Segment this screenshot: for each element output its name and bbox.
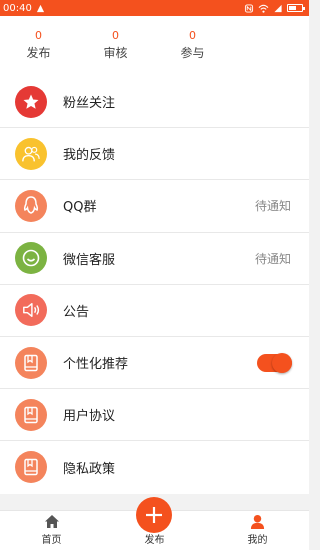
menu-item-wechat-service[interactable]: 微信客服 待通知 [0,233,309,285]
stat-label: 参与 [180,46,205,60]
menu-item-label: 我的反馈 [63,148,116,164]
book-icon [15,398,47,431]
book-icon [15,451,47,484]
status-bar: 00:40 [0,0,309,16]
menu-item-privacy-policy[interactable]: 隐私政策 [0,441,309,493]
home-icon [44,515,59,528]
menu-item-recommendation[interactable]: 个性化推荐 [0,337,309,390]
menu-item-label: QQ群 [63,200,97,216]
qq-icon [15,189,47,222]
stats-bar: 0 发布 0 审核 0 参与 [0,16,309,76]
tab-home[interactable]: 首页 [0,511,103,550]
tab-mine-label: 我的 [247,535,268,546]
recommendation-toggle[interactable] [257,352,292,373]
stat-participate[interactable]: 0 参与 [154,16,231,76]
stat-value: 0 [35,29,42,42]
stat-value: 0 [189,29,196,42]
stat-review[interactable]: 0 审核 [77,16,154,76]
menu-item-label: 微信客服 [63,252,116,268]
user-icon [250,514,265,529]
wechat-icon [15,242,47,275]
menu-item-user-agreement[interactable]: 用户协议 [0,389,309,442]
star-icon [15,85,47,118]
tab-mine[interactable]: 我的 [206,511,309,550]
tab-home-label: 首页 [41,535,62,546]
wifi-icon [258,4,269,13]
people-icon [15,137,47,170]
menu-item-announcement[interactable]: 公告 [0,285,309,337]
menu-item-label: 个性化推荐 [63,357,129,373]
speaker-icon [15,294,47,327]
stat-value: 0 [112,29,119,42]
plus-icon [146,507,162,523]
book-icon [15,346,47,379]
tab-publish-label: 发布 [144,535,165,546]
menu-item-fans[interactable]: 粉丝关注 [0,76,309,129]
signal-icon [274,4,282,12]
status-time: 00:40 [3,2,32,14]
menu-item-label: 公告 [63,304,90,320]
nfc-icon [244,3,254,13]
menu-list: 粉丝关注 我的反馈 QQ群 待通知 微信客服 待通知 公告 个性化推荐 用户协议… [0,76,309,494]
menu-item-label: 粉丝关注 [63,96,116,112]
notification-icon [36,4,44,12]
stat-label: 审核 [103,46,128,60]
menu-item-label: 用户协议 [63,409,116,425]
stat-published[interactable]: 0 发布 [0,16,77,76]
menu-item-label: 隐私政策 [63,461,116,477]
stat-label: 发布 [26,46,51,60]
menu-item-status: 待通知 [254,199,291,214]
battery-icon [287,4,305,12]
toggle-knob[interactable] [272,352,292,373]
menu-item-status: 待通知 [254,251,291,266]
menu-item-feedback[interactable]: 我的反馈 [0,128,309,181]
publish-button[interactable] [136,497,172,533]
menu-item-qq-group[interactable]: QQ群 待通知 [0,180,309,233]
